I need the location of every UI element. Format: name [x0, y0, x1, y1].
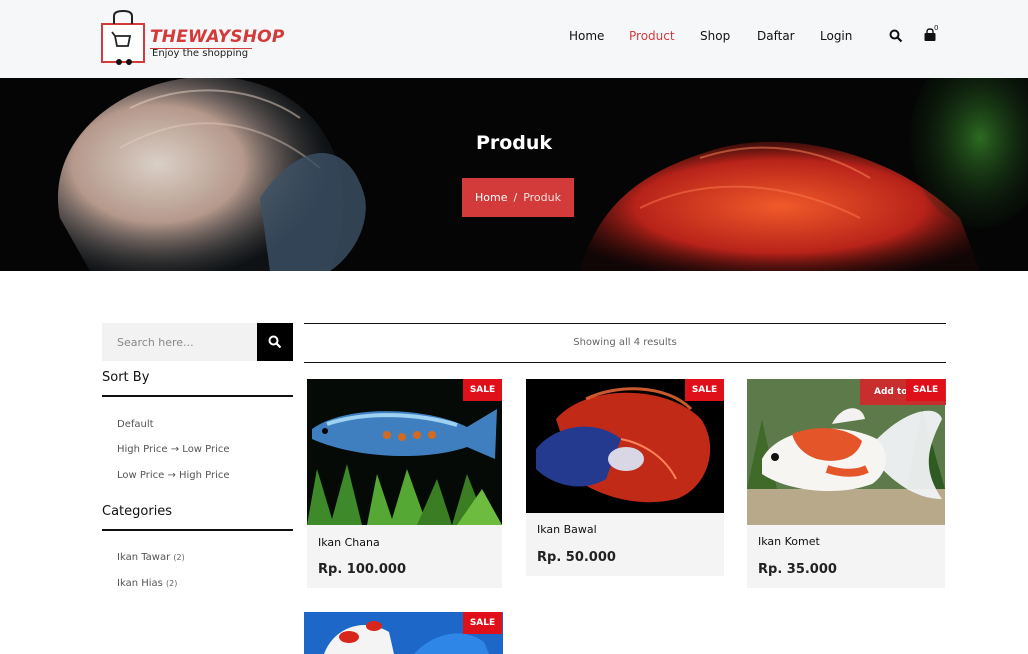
product-card-ikan-komet[interactable]: Add to SALE Ikan Komet Rp. 35.000 [747, 379, 946, 588]
nav-item-home[interactable]: Home [569, 29, 604, 43]
nav-item-shop[interactable]: Shop [700, 29, 730, 43]
shopping-bag-logo-icon [101, 10, 145, 65]
sort-option-low-high[interactable]: Low Price → High Price [117, 470, 230, 481]
search-input[interactable] [102, 323, 257, 361]
product-price: Rp. 50.000 [537, 550, 616, 565]
product-card-ikan-bawal[interactable]: SALE Ikan Bawal Rp. 50.000 [526, 379, 724, 576]
search-icon [268, 335, 282, 349]
brand-tagline: Enjoy the shopping [152, 48, 249, 59]
product-card-ikan-chana[interactable]: SALE Ikan Chana Rp. 100.000 [307, 379, 502, 588]
nav-item-login[interactable]: Login [820, 29, 852, 43]
product-price: Rp. 35.000 [758, 562, 837, 577]
page-title: Produk [475, 132, 553, 154]
cart-count-badge: 0 [934, 24, 939, 32]
sort-divider [102, 395, 293, 397]
product-price: Rp. 100.000 [318, 562, 406, 577]
product-name[interactable]: Ikan Komet [758, 535, 820, 548]
sale-badge: SALE [463, 379, 502, 401]
search-button[interactable] [257, 323, 293, 361]
results-count: Showing all 4 results [573, 337, 677, 348]
nav-item-daftar[interactable]: Daftar [757, 29, 795, 43]
brand-logo[interactable]: THEWAYSHOP Enjoy the shopping [100, 8, 284, 70]
product-card-4[interactable]: SALE [304, 612, 503, 654]
brand-title: THEWAYSHOP [150, 27, 285, 47]
results-top-rule [304, 323, 946, 324]
category-ikan-hias[interactable]: Ikan Hias (2) [117, 578, 177, 589]
category-count: (2) [166, 579, 178, 588]
breadcrumb-current: Produk [523, 191, 561, 204]
sale-badge: SALE [906, 379, 945, 401]
breadcrumb: Home / Produk [462, 178, 574, 217]
search-icon[interactable] [889, 29, 903, 43]
nav-item-product[interactable]: Product [629, 29, 675, 43]
sale-badge: SALE [685, 379, 724, 401]
site-header: THEWAYSHOP Enjoy the shopping Home Produ… [0, 0, 1028, 78]
breadcrumb-separator: / [513, 191, 518, 204]
results-bottom-rule [304, 362, 946, 363]
sale-badge: SALE [463, 612, 502, 634]
categories-heading: Categories [102, 504, 173, 519]
product-name[interactable]: Ikan Bawal [537, 523, 597, 536]
sort-heading: Sort By [102, 370, 150, 385]
sort-option-high-low[interactable]: High Price → Low Price [117, 444, 230, 455]
product-name[interactable]: Ikan Chana [318, 536, 380, 549]
category-count: (2) [173, 553, 185, 562]
page-banner: Produk Home / Produk [0, 78, 1028, 271]
category-label: Ikan Tawar [117, 552, 171, 563]
category-label: Ikan Hias [117, 578, 163, 589]
categories-divider [102, 529, 293, 531]
betta-fish-banner-image [58, 78, 1028, 271]
category-ikan-tawar[interactable]: Ikan Tawar (2) [117, 552, 185, 563]
sort-option-default[interactable]: Default [117, 419, 154, 430]
breadcrumb-home-link[interactable]: Home [475, 191, 507, 204]
